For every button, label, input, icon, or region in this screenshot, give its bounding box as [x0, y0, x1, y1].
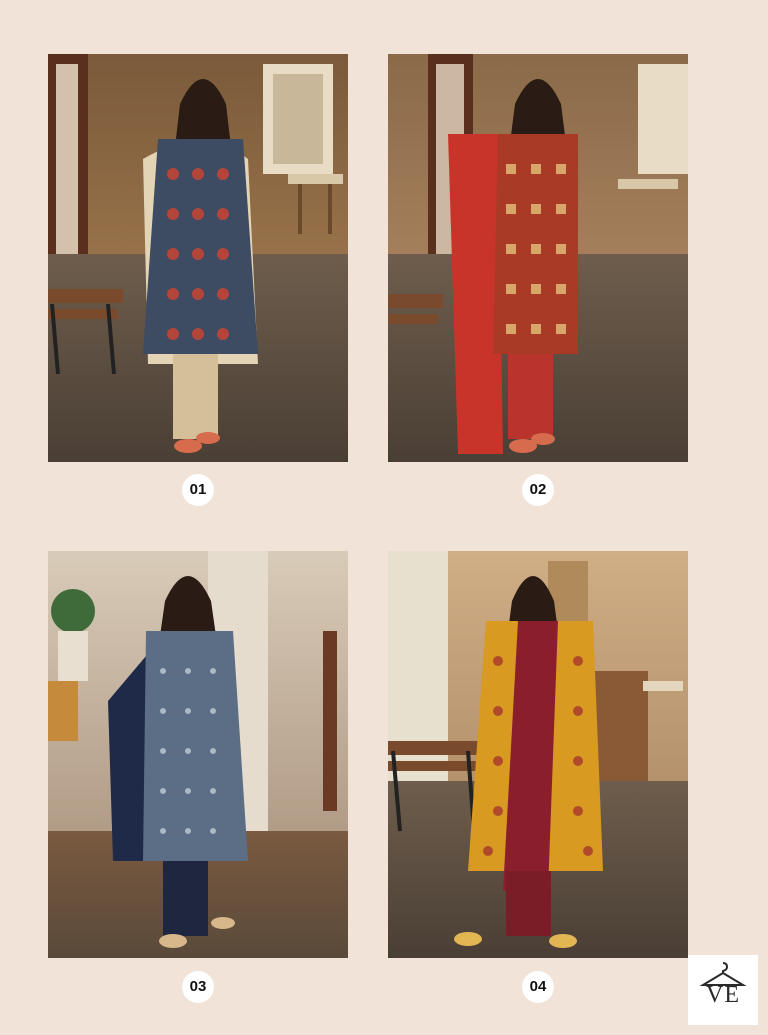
photo-scene-01	[48, 54, 348, 462]
product-photo-01[interactable]	[48, 54, 348, 462]
photo-scene-03	[48, 551, 348, 958]
product-photo-04[interactable]	[388, 551, 688, 958]
photo-scene-04	[388, 551, 688, 958]
product-number-01: 01	[182, 474, 214, 506]
product-photo-03[interactable]	[48, 551, 348, 958]
product-number-03: 03	[182, 971, 214, 1003]
logo-text: VE	[706, 982, 740, 1008]
product-number-02: 02	[522, 474, 554, 506]
photo-scene-02	[388, 54, 688, 462]
product-number-04: 04	[522, 971, 554, 1003]
product-photo-02[interactable]	[388, 54, 688, 462]
brand-logo: VE	[688, 955, 758, 1025]
